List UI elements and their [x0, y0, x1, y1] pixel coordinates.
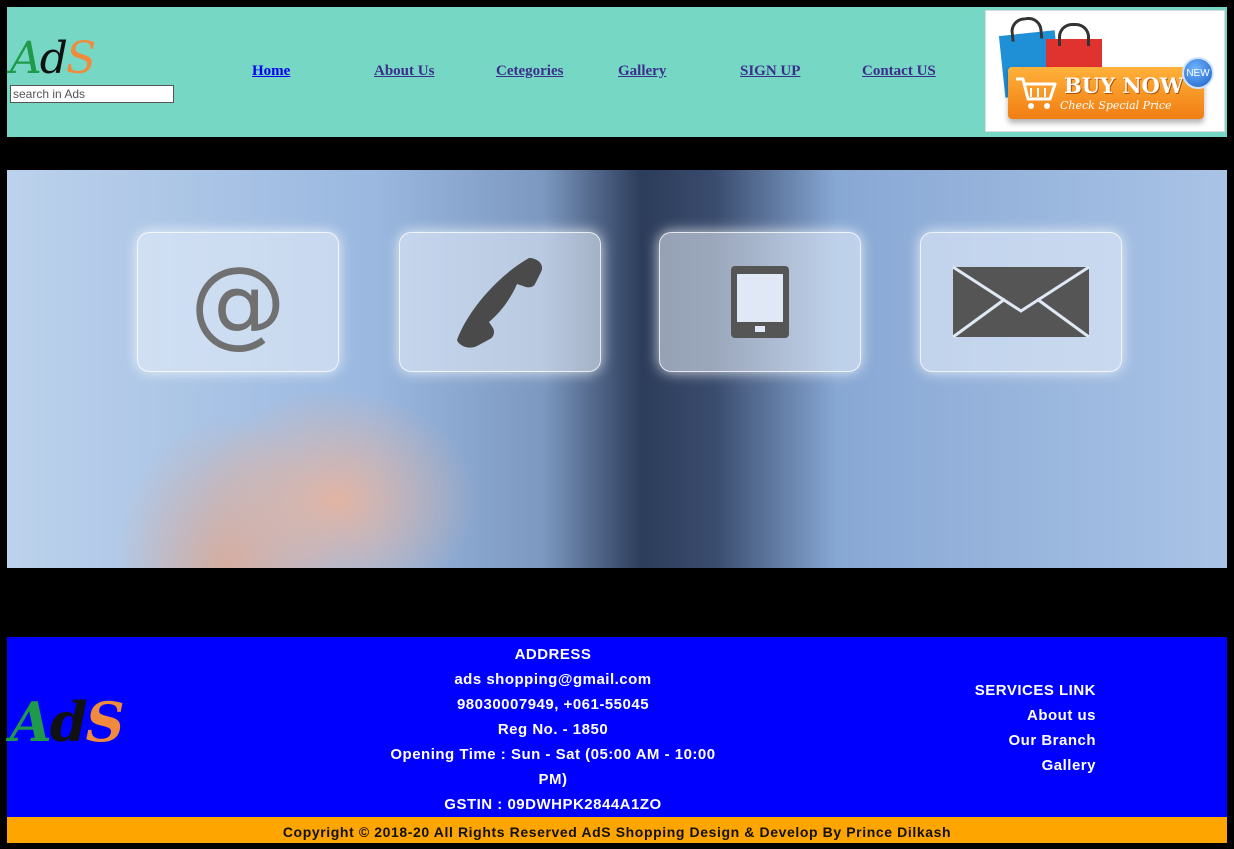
- address-email: ads shopping@gmail.com: [454, 671, 652, 688]
- address-heading: ADDRESS: [514, 646, 592, 663]
- phone-tile: [399, 232, 601, 372]
- address-gstin: GSTIN : 09DWHPK2844A1ZO: [444, 796, 662, 813]
- footer-link-about-us[interactable]: About us: [907, 703, 1096, 728]
- nav-sign-up[interactable]: SIGN UP: [740, 63, 800, 80]
- check-special-price-label: Check Special Price: [1060, 99, 1172, 112]
- nav-about-us[interactable]: About Us: [374, 63, 434, 80]
- buy-now-label: BUY NOW: [1064, 73, 1184, 98]
- nav-gallery[interactable]: Gallery: [618, 63, 666, 80]
- nav-home[interactable]: Home: [252, 63, 290, 80]
- new-badge: NEW: [1182, 57, 1214, 89]
- nav-categories[interactable]: Cetegories: [496, 63, 563, 80]
- address-phones: 98030007949, +061-55045: [456, 696, 650, 713]
- buy-now-ad[interactable]: BUY NOW Check Special Price NEW: [985, 10, 1225, 132]
- nav-contact-us[interactable]: Contact US: [862, 63, 936, 80]
- mail-tile: [920, 232, 1122, 372]
- footer-link-gallery[interactable]: Gallery: [907, 753, 1096, 778]
- address-block: ADDRESS ads shopping@gmail.com 980300079…: [383, 642, 723, 817]
- buy-now-button[interactable]: BUY NOW Check Special Price: [1008, 67, 1204, 119]
- logo-letter-a: A: [10, 690, 52, 754]
- copyright-bar: Copyright © 2018-20 All Rights Reserved …: [7, 817, 1227, 843]
- contact-banner: @: [7, 170, 1227, 568]
- logo-letter-s: S: [65, 33, 96, 84]
- address-reg-no: Reg No. - 1850: [497, 721, 609, 738]
- phone-icon: [457, 258, 543, 348]
- address-opening-time: Opening Time : Sun - Sat (05:00 AM - 10:…: [390, 746, 716, 788]
- shopping-cart-icon: [1016, 77, 1057, 109]
- tablet-tile: [659, 232, 861, 372]
- logo-letter-s: S: [85, 690, 125, 754]
- site-footer: AdS ADDRESS ads shopping@gmail.com 98030…: [7, 637, 1227, 817]
- logo-letter-d: d: [39, 33, 68, 84]
- envelope-icon: [952, 265, 1090, 339]
- email-tile: @: [137, 232, 339, 372]
- at-sign-icon: @: [190, 246, 286, 358]
- services-heading: SERVICES LINK: [974, 682, 1096, 699]
- services-links: SERVICES LINK About us Our Branch Galler…: [907, 678, 1096, 778]
- search-input[interactable]: [10, 85, 174, 103]
- logo-letter-d: d: [49, 690, 88, 754]
- site-header: AdS Home About Us Cetegories Gallery SIG…: [7, 7, 1227, 137]
- footer-logo[interactable]: AdS: [10, 690, 125, 754]
- logo-letter-a: A: [10, 33, 42, 84]
- site-logo[interactable]: AdS: [10, 33, 96, 84]
- footer-link-our-branch[interactable]: Our Branch: [907, 728, 1096, 753]
- tablet-icon: [731, 266, 789, 338]
